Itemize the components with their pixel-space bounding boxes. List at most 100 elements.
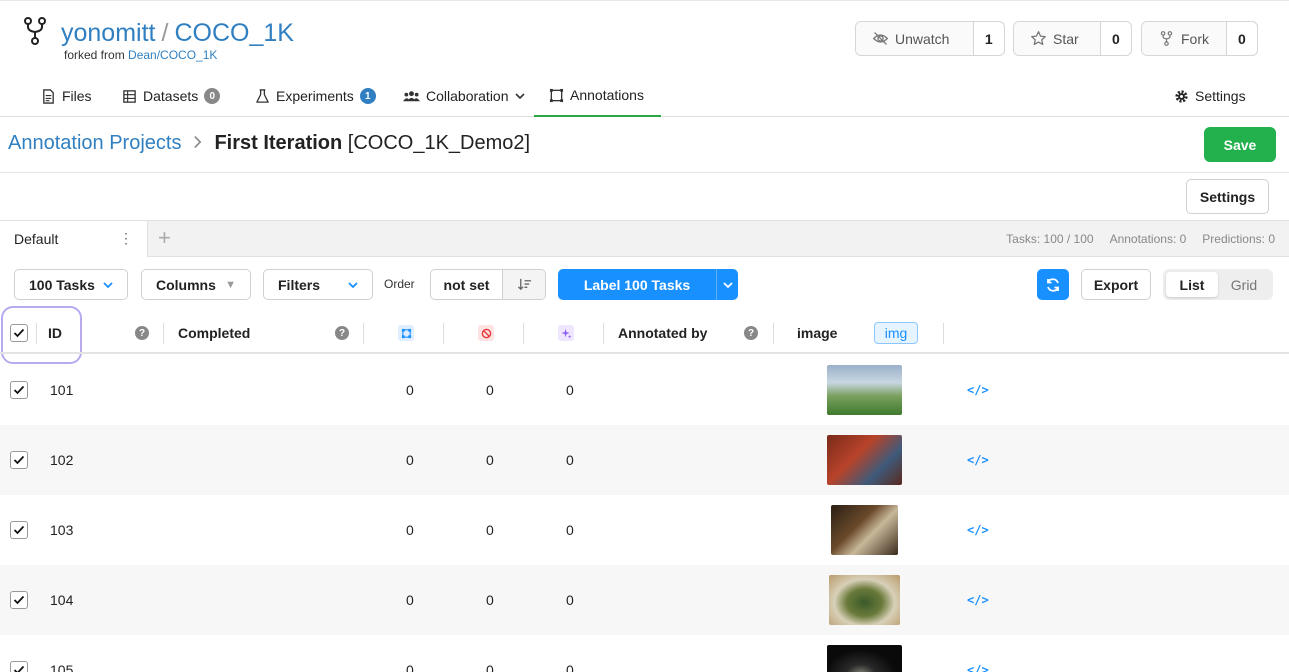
row-checkbox[interactable] <box>10 495 28 565</box>
tab-datasets[interactable]: Datasets 0 <box>122 75 221 117</box>
row-checkbox[interactable] <box>10 565 28 635</box>
refresh-button[interactable] <box>1037 269 1069 300</box>
tab-settings[interactable]: Settings <box>1174 75 1246 117</box>
tab-experiments[interactable]: Experiments 1 <box>255 75 376 117</box>
row-checkbox[interactable] <box>10 635 28 672</box>
repo-fork-icon <box>24 17 46 45</box>
row-predictions-count: 0 <box>566 592 574 608</box>
table-row[interactable]: 101 0 0 0 </> <box>0 355 1289 425</box>
tab-settings-label: Settings <box>1195 88 1246 104</box>
label-tasks-dropdown[interactable] <box>717 269 738 300</box>
row-id: 104 <box>50 592 74 608</box>
table-row[interactable]: 103 0 0 0 </> <box>0 495 1289 565</box>
repo-tabs: Files Datasets 0 Experiments 1 Collabora… <box>0 75 1289 117</box>
annotations-stat: Annotations: 0 <box>1109 232 1187 246</box>
column-separator <box>523 323 524 344</box>
table-row[interactable]: 104 0 0 0 </> <box>0 565 1289 635</box>
grid-view-option[interactable]: Grid <box>1218 272 1270 297</box>
row-image-thumbnail[interactable] <box>827 645 902 672</box>
filters-dropdown-label: Filters <box>278 276 321 293</box>
id-help-icon[interactable]: ? <box>135 313 149 353</box>
column-separator <box>36 323 37 344</box>
breadcrumb-root-link[interactable]: Annotation Projects <box>8 132 181 155</box>
code-icon[interactable]: </> <box>967 663 989 672</box>
row-image-thumbnail[interactable] <box>827 365 902 415</box>
code-icon[interactable]: </> <box>967 523 989 537</box>
forked-from-link[interactable]: Dean/COCO_1K <box>128 48 217 62</box>
unwatch-button[interactable]: Unwatch 1 <box>855 21 1005 56</box>
file-icon <box>43 88 54 104</box>
row-annotations-count: 0 <box>406 592 414 608</box>
table-header: ID ? Completed ? Annotated by ? image <box>0 313 1289 354</box>
add-tab-icon[interactable]: + <box>158 227 171 249</box>
list-view-option[interactable]: List <box>1166 272 1218 297</box>
tab-files[interactable]: Files <box>41 75 92 117</box>
divider <box>0 172 1289 173</box>
row-cancelled-count: 0 <box>486 382 494 398</box>
row-annotations-count: 0 <box>406 452 414 468</box>
row-annotations-count: 0 <box>406 382 414 398</box>
row-image-thumbnail[interactable] <box>831 505 898 555</box>
row-image-thumbnail[interactable] <box>827 435 902 485</box>
columns-dropdown[interactable]: Columns ▼ <box>141 269 251 300</box>
select-all-checkbox[interactable] <box>10 313 28 353</box>
breadcrumb: Annotation Projects First Iteration [COC… <box>8 132 530 155</box>
column-header-completed[interactable]: Completed <box>178 313 250 353</box>
tab-datasets-label: Datasets <box>143 88 199 104</box>
chevron-down-icon <box>514 93 525 100</box>
table-row[interactable]: 105 0 0 0 </> <box>0 635 1289 672</box>
fork-icon <box>1160 31 1173 46</box>
unwatch-count[interactable]: 1 <box>972 22 1004 55</box>
column-header-id[interactable]: ID <box>48 313 62 353</box>
column-header-annotations[interactable] <box>398 313 414 353</box>
row-cancelled-count: 0 <box>486 592 494 608</box>
code-icon[interactable]: </> <box>967 453 989 467</box>
order-control: not set <box>430 269 546 300</box>
code-icon[interactable]: </> <box>967 383 989 397</box>
table-row[interactable]: 102 0 0 0 </> <box>0 425 1289 495</box>
more-vertical-icon[interactable]: ⋮ <box>119 230 133 247</box>
star-button[interactable]: Star 0 <box>1013 21 1132 56</box>
column-header-predictions[interactable] <box>558 313 574 353</box>
eye-slash-icon <box>872 32 889 45</box>
row-image-thumbnail[interactable] <box>829 575 900 625</box>
check-icon <box>13 385 25 395</box>
row-predictions-count: 0 <box>566 522 574 538</box>
view-tab-default[interactable]: Default ⋮ <box>0 221 148 257</box>
repo-name-link[interactable]: COCO_1K <box>174 19 293 47</box>
repo-owner-link[interactable]: yonomitt <box>61 19 155 47</box>
fork-label: Fork <box>1181 30 1209 47</box>
order-select[interactable]: not set <box>431 270 503 299</box>
gear-icon <box>1175 89 1188 103</box>
tab-annotations[interactable]: Annotations <box>534 75 661 117</box>
export-button[interactable]: Export <box>1081 269 1151 300</box>
fork-count[interactable]: 0 <box>1225 22 1257 55</box>
column-header-image[interactable]: image <box>797 313 837 353</box>
annotations-count-icon <box>398 325 414 341</box>
save-button[interactable]: Save <box>1204 127 1276 162</box>
row-checkbox[interactable] <box>10 355 28 425</box>
annotated-by-help-icon[interactable]: ? <box>744 313 758 353</box>
chevron-down-icon <box>103 281 113 288</box>
tasks-dropdown[interactable]: 100 Tasks <box>14 269 128 300</box>
star-count[interactable]: 0 <box>1099 22 1131 55</box>
tab-annotations-label: Annotations <box>570 87 644 103</box>
completed-help-icon[interactable]: ? <box>335 313 349 353</box>
view-stats: Tasks: 100 / 100 Annotations: 0 Predicti… <box>1006 232 1275 246</box>
repo-header: yonomitt / COCO_1K forked from Dean/COCO_1… <box>0 0 1289 117</box>
row-checkbox[interactable] <box>10 425 28 495</box>
chevron-down-icon <box>348 281 358 288</box>
fork-button[interactable]: Fork 0 <box>1141 21 1258 56</box>
row-cancelled-count: 0 <box>486 452 494 468</box>
column-header-cancelled[interactable] <box>478 313 494 353</box>
code-icon[interactable]: </> <box>967 593 989 607</box>
project-settings-button[interactable]: Settings <box>1186 179 1269 214</box>
page-title: First Iteration [COCO_1K_Demo2] <box>214 132 530 155</box>
tab-collaboration[interactable]: Collaboration <box>403 75 525 117</box>
sort-direction-button[interactable] <box>503 270 545 299</box>
repo-title: yonomitt / COCO_1K <box>61 19 294 48</box>
filters-dropdown[interactable]: Filters <box>263 269 373 300</box>
refresh-icon <box>1047 277 1059 292</box>
label-tasks-button[interactable]: Label 100 Tasks <box>558 269 717 300</box>
column-header-annotated-by[interactable]: Annotated by <box>618 313 707 353</box>
